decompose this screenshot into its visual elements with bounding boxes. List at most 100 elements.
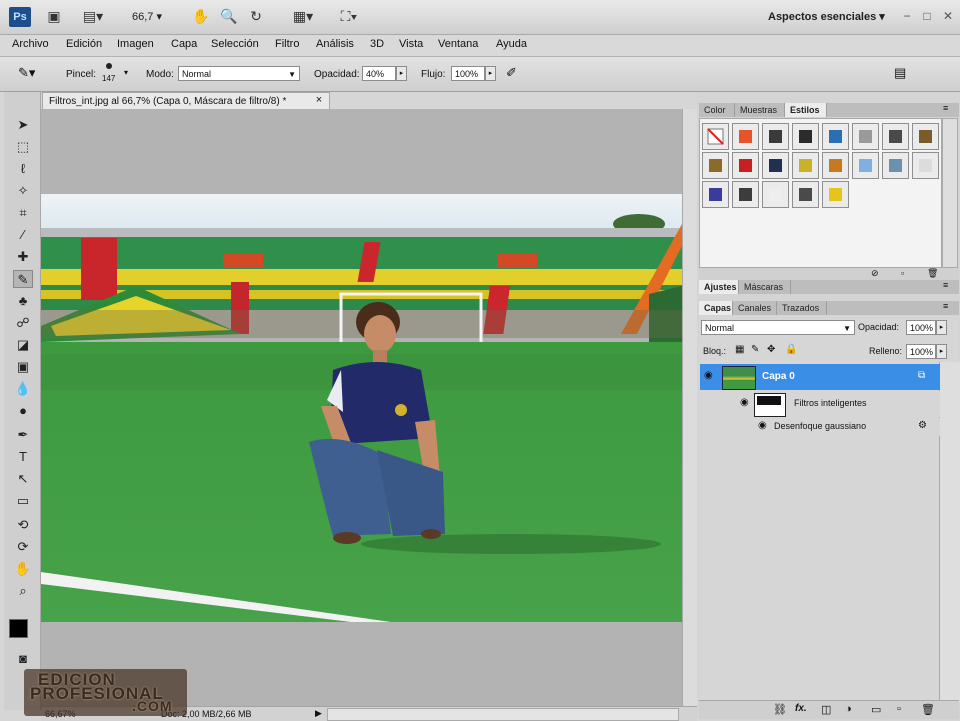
menu-analisis[interactable]: Análisis [316,38,354,50]
bridge-icon[interactable]: ▣ [44,8,64,25]
zoom-tool-icon[interactable]: ⌕ [13,582,33,600]
filter-mask-thumbnail[interactable] [754,393,786,417]
quick-mask-icon[interactable]: ◙ [13,650,33,668]
style-swatch[interactable] [732,152,759,179]
tab-mascaras[interactable]: Máscaras [739,280,791,294]
menu-imagen[interactable]: Imagen [117,38,154,50]
close-icon[interactable]: × [312,92,326,109]
gradient-tool-icon[interactable]: ▣ [13,358,33,376]
style-swatch[interactable] [762,181,789,208]
move-tool-icon[interactable]: ➤ [13,116,33,134]
type-tool-icon[interactable]: T [13,448,33,466]
flow-slider-button[interactable]: ▸ [485,66,496,81]
maximize-button[interactable]: □ [918,8,936,24]
healing-brush-tool-icon[interactable]: ✚ [13,248,33,266]
styles-scrollbar[interactable] [942,118,958,268]
status-menu-arrow-icon[interactable]: ▶ [315,708,322,719]
style-swatch[interactable] [912,123,939,150]
path-selection-tool-icon[interactable]: ↖ [13,470,33,488]
clear-style-icon[interactable]: ⊘ [871,268,879,279]
menu-edicion[interactable]: Edición [66,38,102,50]
lock-transparent-icon[interactable]: ▦ [735,344,744,355]
style-swatch[interactable] [702,181,729,208]
pen-tool-icon[interactable]: ✒ [13,426,33,444]
new-group-icon[interactable]: ▭ [871,703,881,716]
rotate-icon[interactable]: ↻ [247,8,265,25]
filter-row-gaussian-blur[interactable]: ◉ Desenfoque gaussiano ⚙ [700,418,940,436]
panel-menu-icon[interactable]: ≡ [943,280,948,290]
hand-tool-icon[interactable]: ✋ [13,560,33,578]
blur-tool-icon[interactable]: 💧 [13,380,33,398]
style-swatch[interactable] [732,181,759,208]
fill-slider-button[interactable]: ▸ [936,344,947,359]
brush-tool-preset-icon[interactable]: ✎▾ [18,65,48,83]
workspace-selector[interactable]: Aspectos esenciales ▾ [768,10,885,23]
menu-seleccion[interactable]: Selección [211,38,259,50]
style-swatch[interactable] [792,123,819,150]
lasso-tool-icon[interactable]: ℓ [13,160,33,178]
lock-pixels-icon[interactable]: ✎ [751,344,759,355]
visibility-eye-icon[interactable]: ◉ [758,420,767,431]
menu-vista[interactable]: Vista [399,38,423,50]
fx-icon[interactable]: fx. [795,703,807,714]
vertical-scrollbar[interactable] [682,109,697,706]
style-swatch[interactable] [912,152,939,179]
tab-canales[interactable]: Canales [733,301,777,315]
style-swatch[interactable] [822,152,849,179]
lock-all-icon[interactable]: 🔒 [785,344,797,355]
tab-muestras[interactable]: Muestras [735,103,785,117]
history-brush-tool-icon[interactable]: ☍ [13,314,33,332]
rectangle-tool-icon[interactable]: ▭ [13,492,33,510]
opacity-slider-button[interactable]: ▸ [396,66,407,81]
flow-field[interactable]: 100% [451,66,485,81]
style-swatch[interactable] [852,123,879,150]
panel-toggle-icon[interactable]: ▤ [894,65,914,83]
new-layer-icon[interactable]: ▫ [897,703,901,715]
marquee-tool-icon[interactable]: ⬚ [13,138,33,156]
document-tab[interactable]: Filtros_int.jpg al 66,7% (Capa 0, Máscar… [42,92,330,109]
opacity-field[interactable]: 40% [362,66,396,81]
zoom-level[interactable]: 66,7 ▾ [132,10,162,23]
mode-select[interactable]: Normal ▼ [178,66,300,81]
screen-mode-icon[interactable]: ⛶▾ [333,8,365,25]
eraser-tool-icon[interactable]: ◪ [13,336,33,354]
filter-name[interactable]: Desenfoque gaussiano [774,421,866,431]
layer-row-capa-0[interactable]: ◉ Capa 0 ⧉ [700,364,940,390]
link-layers-icon[interactable]: ⛓ [773,703,787,716]
tab-capas[interactable]: Capas [699,301,733,315]
menu-filtro[interactable]: Filtro [275,38,299,50]
menu-ayuda[interactable]: Ayuda [496,38,527,50]
document-image[interactable] [41,194,682,622]
style-swatch[interactable] [762,123,789,150]
close-button[interactable]: ✕ [939,8,957,24]
horizontal-scrollbar[interactable] [327,708,679,721]
view-extras-icon[interactable]: ▤▾ [78,8,108,25]
adjustment-layer-icon[interactable]: ◑ [845,703,852,715]
menu-capa[interactable]: Capa [171,38,197,50]
visibility-eye-icon[interactable]: ◉ [740,397,749,408]
quick-selection-tool-icon[interactable]: ✧ [13,182,33,200]
brush-tool-icon[interactable]: ✎ [13,270,33,288]
arrange-documents-icon[interactable]: ▦▾ [287,8,319,25]
smart-filters-row[interactable]: ◉ Filtros inteligentes [700,391,940,417]
tab-ajustes[interactable]: Ajustes [699,280,739,294]
trash-icon[interactable]: 🗑 [921,703,935,716]
panel-menu-icon[interactable]: ≡ [943,301,948,311]
brush-picker[interactable]: 147 ▾ [100,63,132,87]
foreground-color-swatch[interactable] [9,619,28,638]
style-swatch[interactable] [792,181,819,208]
style-swatch[interactable] [702,152,729,179]
trash-icon[interactable]: 🗑 [927,268,938,279]
hand-icon[interactable]: ✋ [192,8,210,25]
add-mask-icon[interactable]: ◫ [821,703,831,716]
tab-color[interactable]: Color [699,103,735,117]
style-swatch[interactable] [882,152,909,179]
3d-orbit-tool-icon[interactable]: ⟳ [13,538,33,556]
style-swatch[interactable] [882,123,909,150]
zoom-icon[interactable]: 🔍 [220,8,238,25]
tab-estilos[interactable]: Estilos [785,103,827,117]
clone-stamp-tool-icon[interactable]: ♣ [13,292,33,310]
blend-mode-select[interactable]: Normal ▼ [701,320,855,335]
menu-ventana[interactable]: Ventana [438,38,478,50]
style-swatch-none[interactable] [702,123,729,150]
